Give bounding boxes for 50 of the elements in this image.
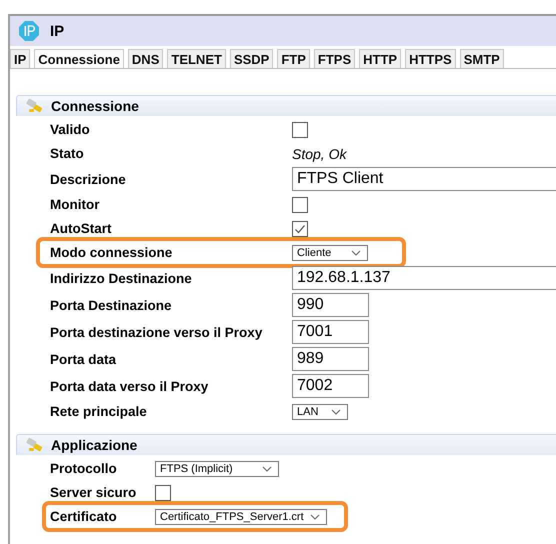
plug-icon [25, 98, 45, 114]
checkbox[interactable] [155, 484, 171, 500]
section-header[interactable]: Connessione [16, 95, 556, 116]
tab[interactable]: FTP [277, 49, 310, 68]
field-label: Indirizzo Destinazione [50, 270, 193, 288]
field-label: Monitor [50, 196, 100, 214]
dropdown[interactable]: LAN [292, 404, 348, 420]
field-label: Certificato [50, 508, 118, 526]
field-label: Valido [50, 121, 91, 139]
ip-logo-icon [18, 20, 40, 42]
caret-icon [351, 250, 361, 256]
input-field[interactable]: 192.68.1.137 [292, 266, 556, 290]
section-header[interactable]: Applicazione [16, 434, 556, 455]
field-label: Rete principale [50, 403, 148, 421]
caret-icon [310, 514, 320, 520]
field-label: Porta data [50, 350, 118, 368]
field-label: AutoStart [50, 220, 112, 238]
tab[interactable]: FTPS [314, 49, 356, 68]
input-field[interactable]: 989 [292, 347, 369, 371]
field-label: Porta destinazione verso il Proxy [50, 324, 264, 342]
tab[interactable]: HTTPS [405, 49, 456, 68]
tab[interactable]: SSDP [230, 49, 274, 68]
field-label: Stato [50, 145, 85, 163]
window-title: IP [50, 22, 64, 40]
field-label: Server sicuro [50, 484, 138, 502]
caret-icon [331, 408, 341, 414]
input-field[interactable]: 7001 [292, 320, 369, 344]
tab[interactable]: Connessione [34, 49, 124, 68]
tab[interactable]: DNS [128, 49, 164, 68]
input-field[interactable]: 7002 [292, 374, 369, 398]
tab[interactable]: HTTP [359, 49, 402, 68]
status-text: Stop, Ok [292, 146, 346, 162]
checkbox[interactable] [292, 122, 308, 138]
checkbox[interactable] [292, 220, 308, 236]
tab[interactable]: TELNET [167, 49, 226, 68]
field-label: Porta data verso il Proxy [50, 378, 210, 396]
input-field[interactable]: 990 [292, 293, 369, 317]
field-label: Porta Destinazione [50, 296, 173, 314]
dropdown[interactable]: FTPS (Implicit) [155, 460, 279, 476]
field-label: Protocollo [50, 460, 118, 478]
checkbox[interactable] [292, 196, 308, 212]
caret-icon [262, 466, 272, 472]
dropdown[interactable]: Certificato_FTPS_Server1.crt [155, 508, 327, 524]
dropdown[interactable]: Cliente [292, 244, 368, 260]
tab[interactable]: SMTP [460, 49, 504, 68]
plug-icon [25, 437, 45, 453]
field-label: Modo connessione [50, 244, 174, 262]
field-label: Descrizione [50, 170, 127, 188]
tab[interactable]: IP [10, 49, 30, 68]
input-field[interactable]: FTPS Client [292, 167, 556, 191]
